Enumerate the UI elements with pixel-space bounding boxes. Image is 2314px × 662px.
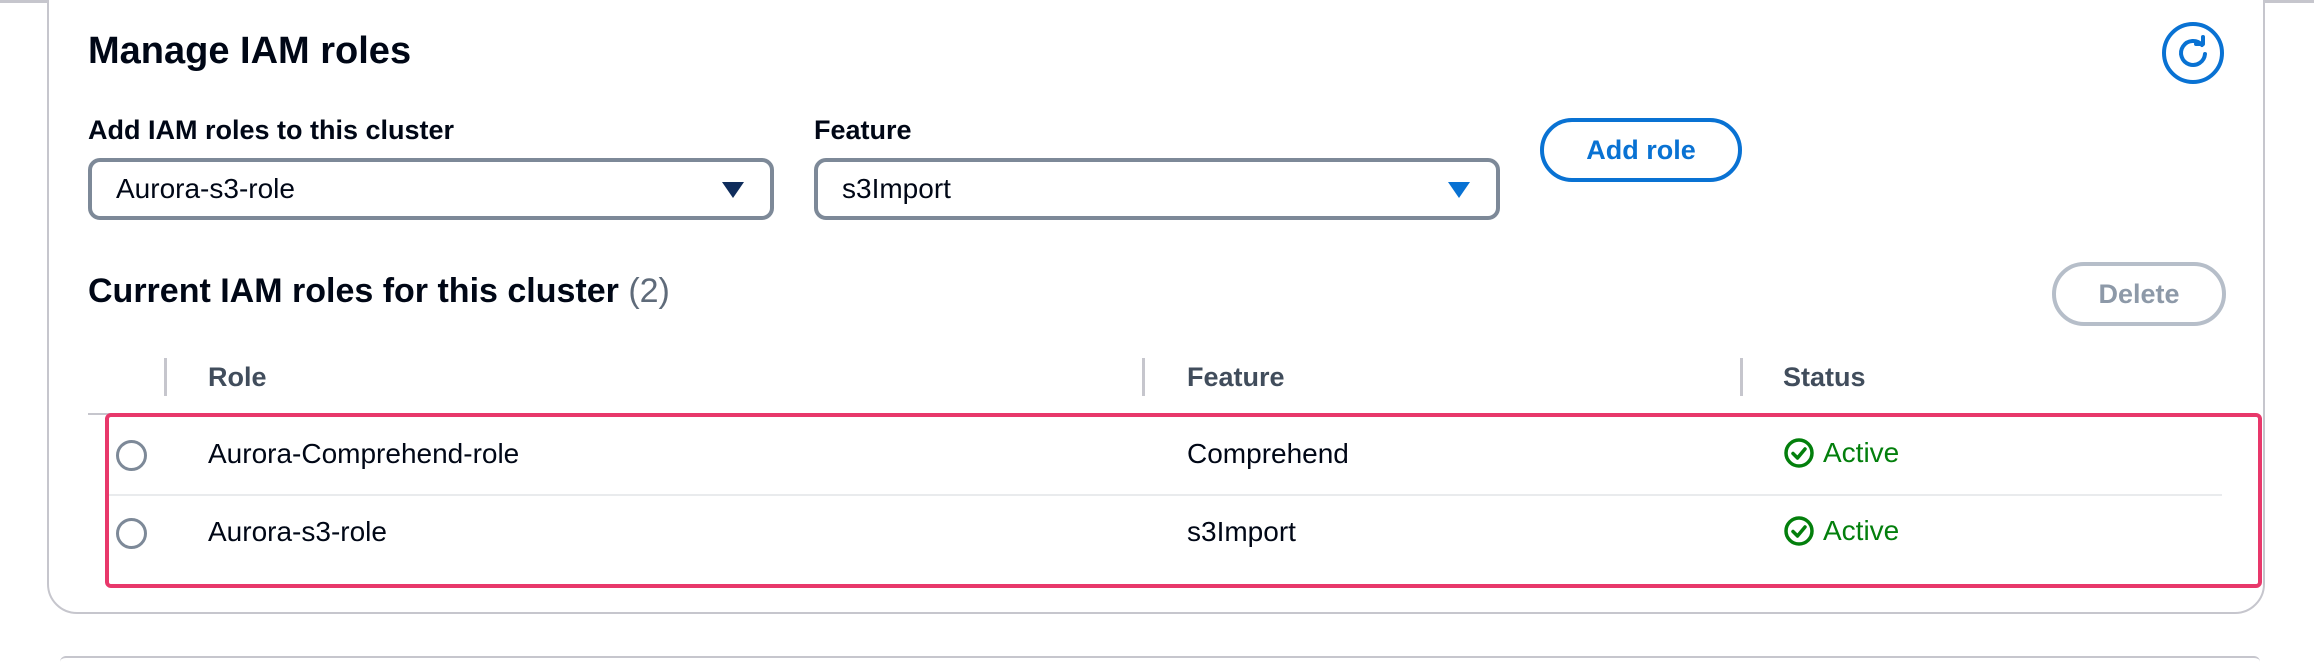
role-select-value: Aurora-s3-role: [116, 173, 295, 204]
feature-select-label: Feature: [814, 115, 912, 145]
panel-title: Manage IAM roles: [88, 30, 412, 72]
role-select-label: Add IAM roles to this cluster: [88, 115, 455, 145]
add-role-button[interactable]: Add role: [1540, 118, 1742, 182]
column-header-feature[interactable]: Feature: [1187, 362, 1285, 393]
role-select[interactable]: Aurora-s3-role: [88, 158, 774, 220]
feature-select[interactable]: s3Import: [814, 158, 1500, 220]
column-separator: [164, 358, 167, 396]
column-separator: [1142, 358, 1145, 396]
feature-select-value: s3Import: [842, 173, 951, 204]
column-header-status[interactable]: Status: [1783, 362, 1866, 393]
column-header-role[interactable]: Role: [208, 362, 267, 393]
caret-down-icon: [1448, 182, 1470, 198]
highlight-box: [105, 413, 2262, 588]
current-roles-title: Current IAM roles for this cluster: [88, 272, 619, 310]
refresh-icon: [2179, 35, 2207, 67]
next-panel-edge: [60, 656, 2260, 662]
current-roles-count: (2): [628, 272, 670, 310]
caret-down-icon: [722, 182, 744, 198]
refresh-button[interactable]: [2162, 22, 2224, 84]
current-roles-heading: Current IAM roles for this cluster (2): [88, 272, 670, 311]
column-separator: [1740, 358, 1743, 396]
delete-button[interactable]: Delete: [2052, 262, 2226, 326]
